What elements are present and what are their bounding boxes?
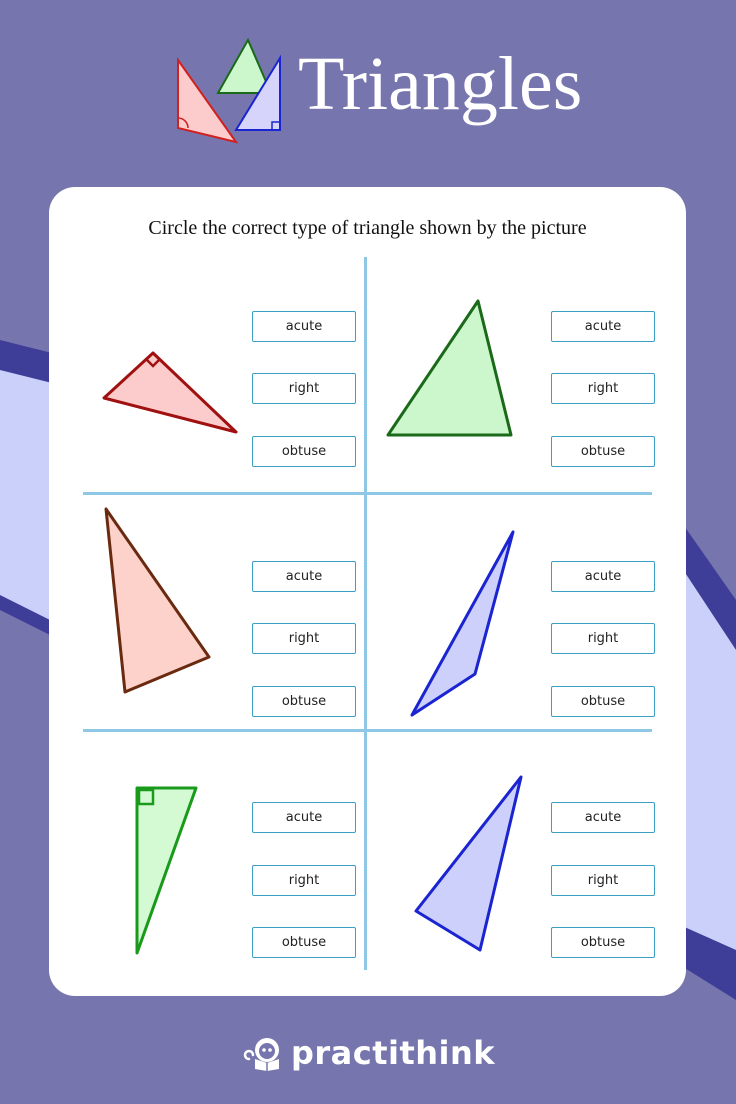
q1-option-obtuse[interactable]: obtuse: [252, 436, 356, 467]
triangle-5-right: [135, 786, 198, 955]
vertical-divider: [364, 257, 367, 970]
q2-option-obtuse[interactable]: obtuse: [551, 436, 655, 467]
brand-name: practithink: [290, 1034, 496, 1072]
page-title: Triangles: [298, 42, 583, 126]
q4-option-obtuse[interactable]: obtuse: [551, 686, 655, 717]
q6-option-obtuse[interactable]: obtuse: [551, 927, 655, 958]
q4-option-right[interactable]: right: [551, 623, 655, 654]
q5-option-obtuse[interactable]: obtuse: [252, 927, 356, 958]
brand-footer: practithink: [0, 1034, 736, 1072]
horizontal-divider-2: [83, 729, 652, 732]
q5-option-acute[interactable]: acute: [252, 802, 356, 833]
q2-option-right[interactable]: right: [551, 373, 655, 404]
q4-option-acute[interactable]: acute: [551, 561, 655, 592]
q6-option-acute[interactable]: acute: [551, 802, 655, 833]
triangle-2-acute: [386, 299, 513, 437]
triangles-logo-icon: [177, 37, 281, 144]
monkey-reading-icon: [243, 1038, 279, 1071]
q1-option-acute[interactable]: acute: [252, 311, 356, 342]
q6-option-right[interactable]: right: [551, 865, 655, 896]
q3-option-right[interactable]: right: [252, 623, 356, 654]
q1-option-right[interactable]: right: [252, 373, 356, 404]
q2-option-acute[interactable]: acute: [551, 311, 655, 342]
triangle-1-right: [102, 351, 238, 434]
q3-option-obtuse[interactable]: obtuse: [252, 686, 356, 717]
worksheet-card: Circle the correct type of triangle show…: [49, 187, 686, 996]
horizontal-divider-1: [83, 492, 652, 495]
instruction-text: Circle the correct type of triangle show…: [148, 217, 587, 239]
triangle-3: [104, 507, 211, 694]
q3-option-acute[interactable]: acute: [252, 561, 356, 592]
triangle-4-obtuse: [410, 530, 515, 717]
q5-option-right[interactable]: right: [252, 865, 356, 896]
triangle-6: [414, 775, 523, 952]
